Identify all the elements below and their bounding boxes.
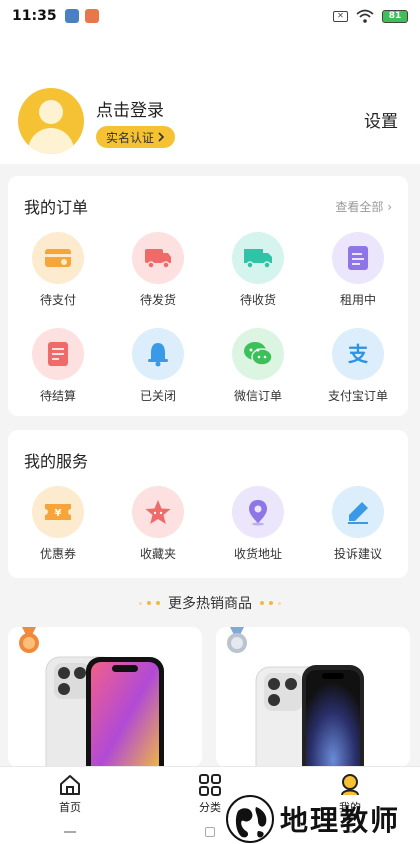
- location-pin-icon: [232, 486, 284, 538]
- services-card: 我的服务 ¥ 优惠券 收藏夹 收货地址 投诉建议: [8, 430, 408, 578]
- order-wechat[interactable]: 微信订单: [208, 328, 308, 404]
- sim-off-icon: ✕: [333, 10, 348, 22]
- alipay-icon: 支: [332, 328, 384, 380]
- truck-icon: [232, 232, 284, 284]
- tab-label: 首页: [59, 800, 81, 814]
- profile-icon: [341, 773, 359, 795]
- category-grid-icon: [199, 773, 221, 796]
- delivery-truck-icon: [132, 232, 184, 284]
- profile-header: 点击登录 实名认证 设置: [0, 32, 420, 164]
- star-icon: [132, 486, 184, 538]
- verify-identity-label: 实名认证: [106, 130, 155, 145]
- service-address[interactable]: 收货地址: [208, 486, 308, 562]
- order-pending-shipment[interactable]: 待发货: [108, 232, 208, 308]
- order-pending-payment[interactable]: 待支付: [8, 232, 108, 308]
- order-label: 支付宝订单: [327, 389, 388, 403]
- wifi-icon: [356, 9, 374, 23]
- decorative-dots-left: [139, 601, 160, 605]
- bell-icon: [132, 328, 184, 380]
- service-label: 收藏夹: [139, 547, 176, 561]
- order-renting[interactable]: 租用中: [308, 232, 408, 308]
- home-icon: [60, 774, 80, 795]
- service-label: 优惠券: [39, 547, 76, 561]
- decorative-dots-right: [260, 601, 281, 605]
- order-pending-receipt[interactable]: 待收货: [208, 232, 308, 308]
- phone-product-image: [255, 665, 364, 767]
- hot-products-title: 更多热销商品: [168, 596, 252, 612]
- avatar[interactable]: [18, 88, 84, 154]
- edit-icon: [332, 486, 384, 538]
- service-favorites[interactable]: 收藏夹: [108, 486, 208, 562]
- verify-identity-button[interactable]: 实名认证: [96, 126, 176, 148]
- battery-icon: 81: [382, 9, 408, 23]
- notification-icons: [64, 9, 99, 23]
- chevron-right-icon: ›: [387, 200, 392, 214]
- status-bar: 11:35 ✕ 81: [0, 0, 420, 32]
- orders-card: 我的订单 查看全部 › 待支付 待发货 待收货 租用中 待结算 已关闭 微信订单…: [8, 176, 408, 416]
- service-coupons[interactable]: ¥ 优惠券: [8, 486, 108, 562]
- status-time: 11:35: [12, 8, 57, 24]
- order-label: 待支付: [39, 293, 76, 307]
- chevron-right-icon: [158, 132, 165, 142]
- product-card[interactable]: [216, 627, 410, 767]
- bill-icon: [32, 328, 84, 380]
- service-label: 收货地址: [233, 547, 282, 561]
- orders-title: 我的订单: [24, 198, 89, 217]
- document-icon: [332, 232, 384, 284]
- watermark-text: 地理教师: [280, 804, 401, 837]
- settings-button[interactable]: 设置: [364, 107, 398, 132]
- see-all-label: 查看全部: [335, 200, 384, 214]
- order-label: 待结算: [39, 389, 76, 403]
- order-closed[interactable]: 已关闭: [108, 328, 208, 404]
- see-all-orders-link[interactable]: 查看全部 ›: [335, 198, 392, 215]
- product-card[interactable]: [8, 627, 202, 767]
- login-link[interactable]: 点击登录: [96, 96, 164, 121]
- service-label: 投诉建议: [333, 547, 382, 561]
- phone-product-image: [45, 656, 164, 767]
- svg-text:¥: ¥: [55, 508, 62, 519]
- nav-home-button[interactable]: [204, 827, 215, 837]
- nav-menu-button[interactable]: [64, 831, 77, 833]
- globe-logo-icon: [226, 795, 274, 843]
- order-alipay[interactable]: 支 支付宝订单: [308, 328, 408, 404]
- wallet-icon: [32, 232, 84, 284]
- order-label: 待发货: [139, 293, 176, 307]
- orders-row-1: 待支付 待发货 待收货 租用中: [8, 232, 408, 308]
- svg-text:支: 支: [348, 342, 369, 366]
- app-notification-icon: [64, 9, 79, 23]
- watermark: 地理教师: [226, 794, 400, 844]
- tab-home[interactable]: 首页: [0, 767, 140, 820]
- wechat-icon: [232, 328, 284, 380]
- orders-row-2: 待结算 已关闭 微信订单 支 支付宝订单: [8, 328, 408, 404]
- order-label: 微信订单: [233, 389, 282, 403]
- order-label: 租用中: [339, 293, 376, 307]
- order-label: 已关闭: [139, 389, 176, 403]
- app-notification-icon: [84, 9, 99, 23]
- services-row: ¥ 优惠券 收藏夹 收货地址 投诉建议: [8, 486, 408, 562]
- service-feedback[interactable]: 投诉建议: [308, 486, 408, 562]
- order-label: 待收货: [239, 293, 276, 307]
- tab-label: 分类: [199, 800, 221, 814]
- hot-products-header: 更多热销商品: [0, 592, 420, 614]
- order-pending-settlement[interactable]: 待结算: [8, 328, 108, 404]
- services-title: 我的服务: [24, 452, 89, 471]
- coupon-icon: ¥: [32, 486, 84, 538]
